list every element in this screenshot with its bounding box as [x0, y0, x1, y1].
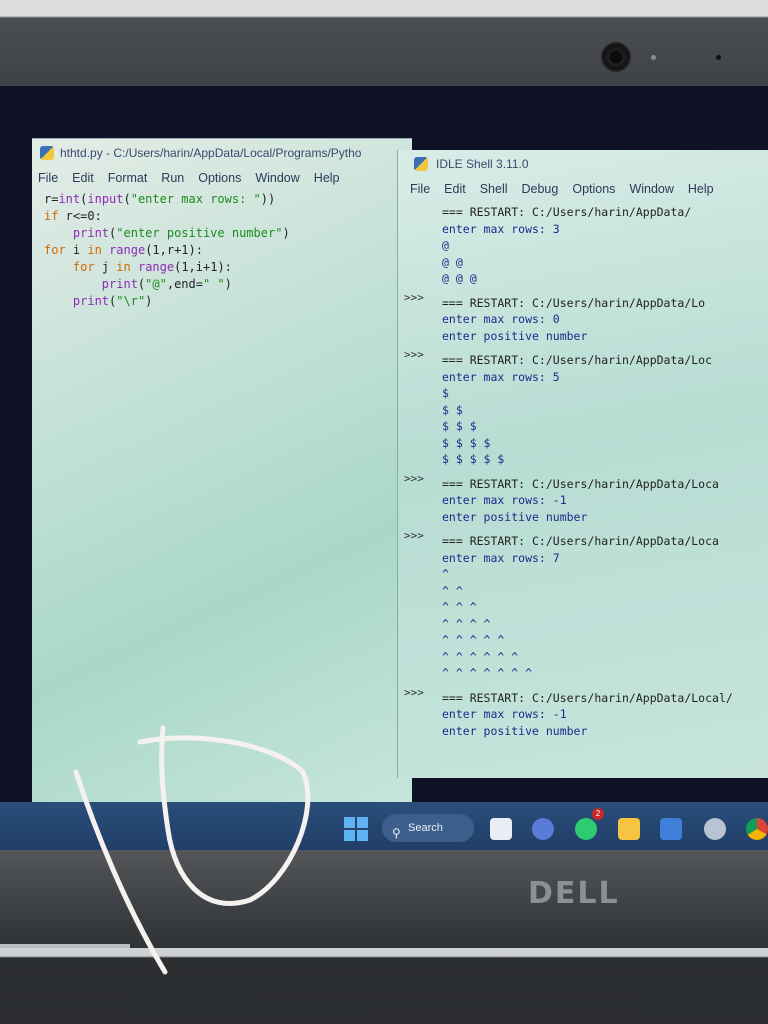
- handwritten-mark: [73, 725, 311, 975]
